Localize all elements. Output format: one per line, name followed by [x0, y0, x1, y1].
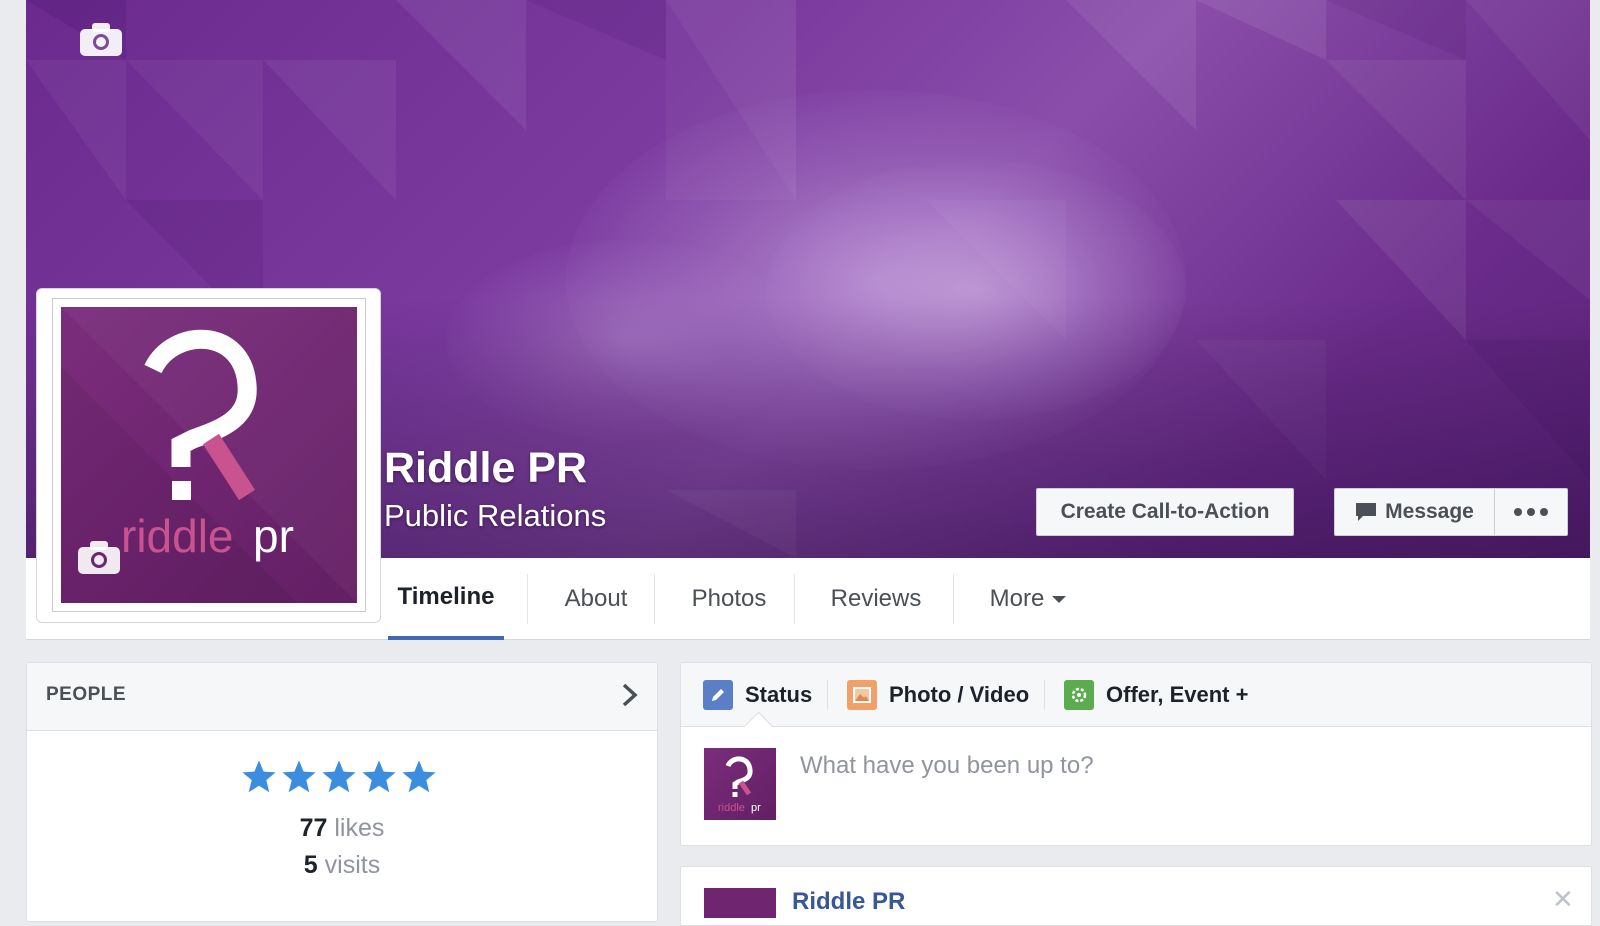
composer-tab-status-label: Status — [745, 682, 813, 707]
tab-divider — [794, 574, 795, 624]
tab-reviews[interactable]: Reviews — [808, 558, 944, 640]
star-icon — [362, 760, 396, 793]
message-button[interactable]: Message — [1334, 488, 1494, 536]
star-icon — [282, 760, 316, 793]
tab-divider — [527, 574, 528, 624]
camera-icon[interactable] — [78, 20, 124, 58]
likes-count: 77 — [299, 814, 328, 842]
visits-stat: 5 visits — [150, 851, 534, 880]
post-avatar[interactable] — [704, 888, 776, 918]
tab-divider — [654, 574, 655, 624]
tab-more-label: More — [989, 585, 1045, 612]
post-author[interactable]: Riddle PR — [792, 888, 905, 916]
likes-stat: 77 likes — [150, 814, 534, 843]
camera-icon[interactable] — [76, 538, 122, 576]
rating-stars — [240, 758, 438, 796]
ellipsis-icon — [1514, 508, 1548, 516]
people-title: PEOPLE — [46, 684, 127, 705]
svg-text:riddle: riddle — [718, 802, 745, 814]
star-icon — [402, 760, 436, 793]
tab-photos[interactable]: Photos — [666, 558, 792, 640]
message-icon — [1356, 503, 1377, 521]
svg-text:pr: pr — [253, 510, 294, 562]
composer-tab-photo-video[interactable]: Photo / Video — [847, 663, 1029, 727]
composer-tab-offer-event-label: Offer, Event + — [1106, 682, 1249, 707]
tab-more[interactable]: More — [966, 558, 1090, 640]
page-category: Public Relations — [384, 498, 607, 533]
tab-divider — [953, 574, 954, 624]
composer-input[interactable]: What have you been up to? — [800, 752, 1094, 780]
tab-about[interactable]: About — [540, 558, 652, 640]
composer-tab-photo-video-label: Photo / Video — [889, 682, 1030, 707]
page-title: Riddle PR — [384, 444, 588, 492]
caret-down-icon — [1052, 595, 1067, 603]
message-button-label: Message — [1385, 500, 1474, 523]
riddle-pr-logo: riddle pr — [718, 756, 761, 814]
svg-text:riddle: riddle — [121, 510, 234, 562]
composer-tab-divider — [827, 680, 828, 710]
svg-text:pr: pr — [751, 802, 761, 814]
tab-timeline[interactable]: Timeline — [388, 558, 504, 640]
photo-icon — [847, 680, 877, 710]
visits-label: visits — [324, 851, 381, 879]
star-icon — [242, 760, 276, 793]
composer-avatar: riddle pr — [704, 748, 776, 820]
offer-icon — [1064, 680, 1094, 710]
pencil-icon — [703, 680, 733, 710]
more-options-button[interactable] — [1494, 488, 1568, 536]
star-icon — [322, 760, 356, 793]
visits-count: 5 — [303, 851, 318, 879]
composer-tab-divider — [1044, 680, 1045, 710]
chevron-right-icon[interactable] — [618, 681, 642, 709]
likes-label: likes — [334, 814, 385, 842]
create-call-to-action-button[interactable]: Create Call-to-Action — [1036, 488, 1294, 536]
composer-tab-offer-event[interactable]: Offer, Event + — [1064, 663, 1248, 727]
